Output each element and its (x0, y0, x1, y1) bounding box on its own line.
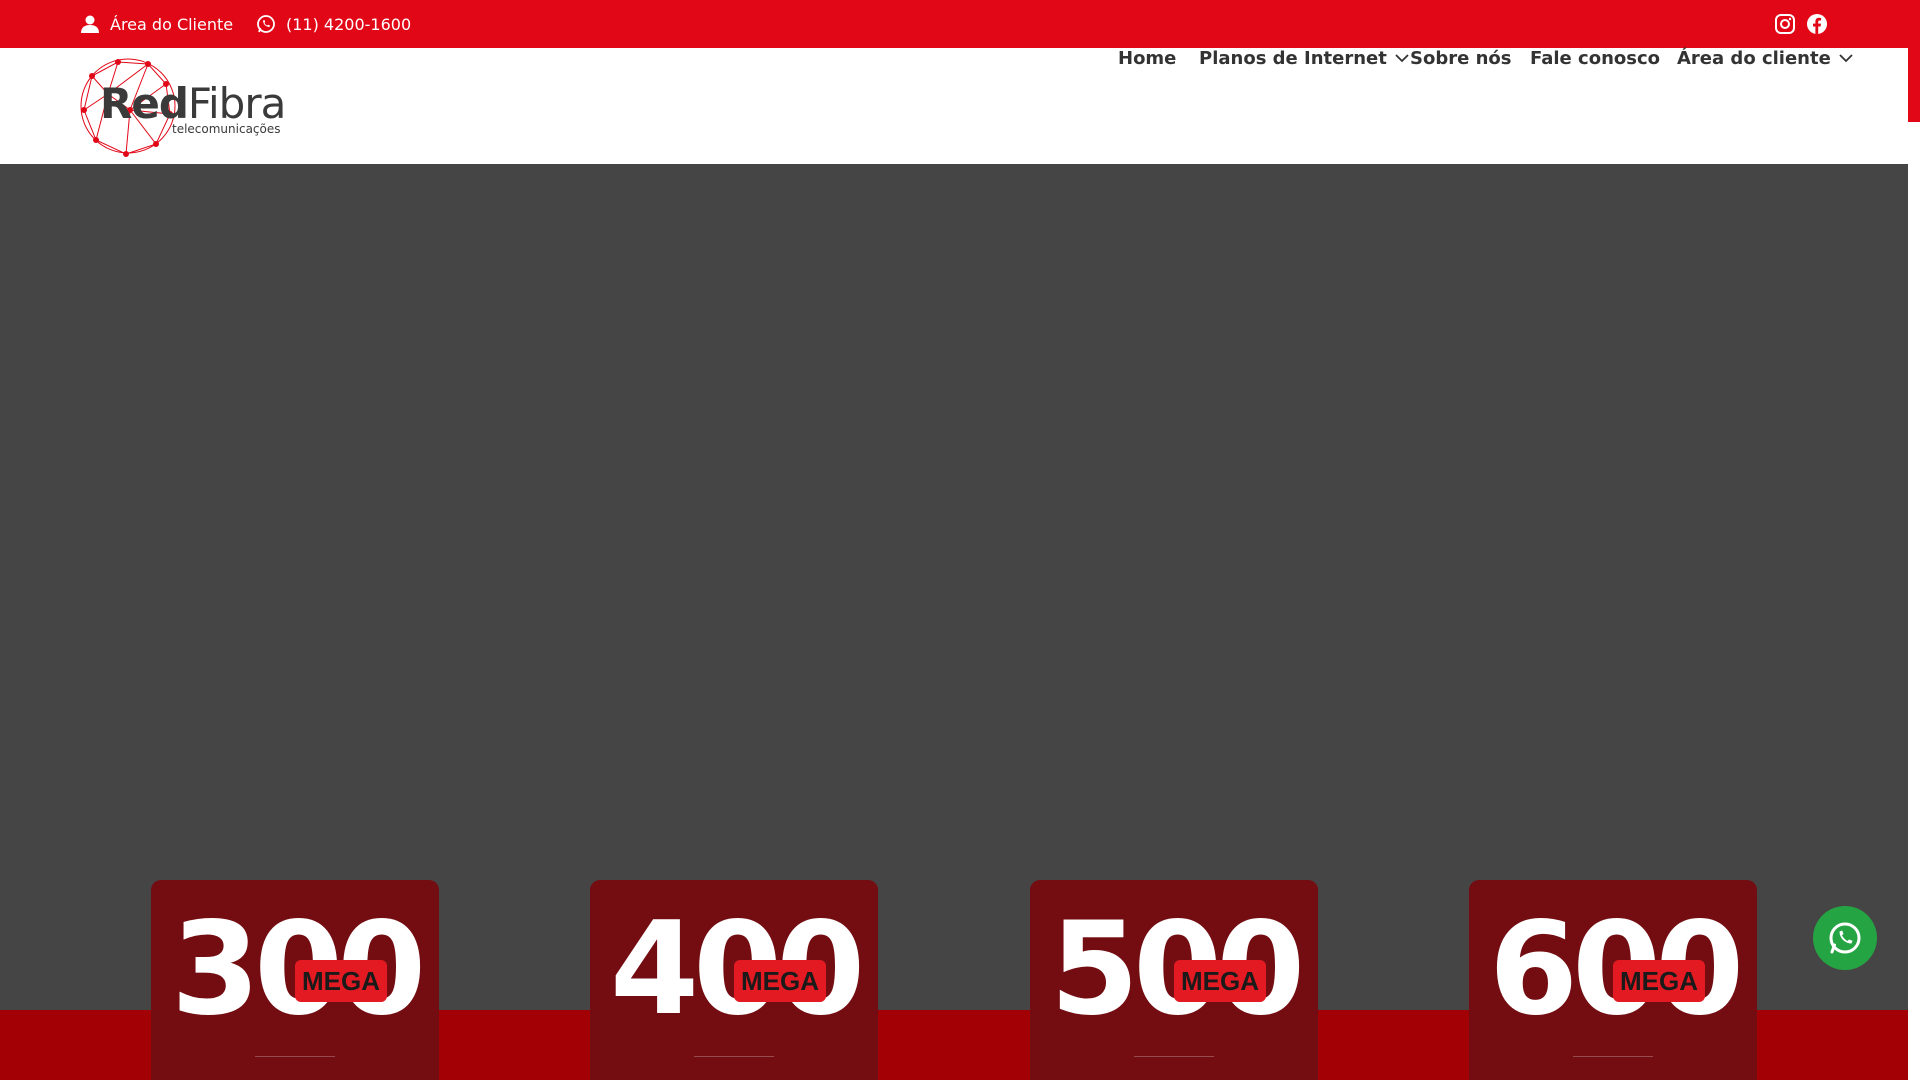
phone-link[interactable]: (11) 4200-1600 (256, 0, 411, 48)
plan-card-600[interactable]: 600 MEGA (1469, 880, 1757, 1080)
plan-unit-badge: MEGA (734, 960, 826, 1002)
plan-divider (1134, 1056, 1214, 1057)
edge-accent (1908, 48, 1920, 122)
plan-unit-badge: MEGA (1613, 960, 1705, 1002)
page-gutter (1908, 122, 1920, 1080)
nav-client-area-label: Área do cliente (1677, 47, 1831, 69)
plan-unit-badge: MEGA (1174, 960, 1266, 1002)
logo-name-bold: Red (100, 79, 189, 128)
plan-divider (1573, 1056, 1653, 1057)
user-icon (81, 15, 99, 33)
nav-home[interactable]: Home (1118, 0, 1176, 116)
plan-card-300[interactable]: 300 MEGA (151, 880, 439, 1080)
nav-contact[interactable]: Fale conosco (1530, 0, 1660, 116)
plan-card-400[interactable]: 400 MEGA (590, 880, 878, 1080)
logo-name-regular: Fibra (187, 79, 286, 128)
logo-wordmark: RedFibra (100, 79, 286, 128)
chevron-down-icon (1395, 54, 1409, 63)
nav-about[interactable]: Sobre nós (1410, 0, 1511, 116)
plan-divider (255, 1056, 335, 1057)
plan-unit-badge: MEGA (295, 960, 387, 1002)
logo-tagline: telecomunicações (172, 122, 281, 136)
nav-about-label: Sobre nós (1410, 47, 1512, 69)
nav-contact-label: Fale conosco (1530, 47, 1660, 69)
client-area-label: Área do Cliente (110, 14, 234, 34)
plan-divider (694, 1056, 774, 1057)
whatsapp-icon (1829, 922, 1861, 954)
nav-plans[interactable]: Planos de Internet (1199, 0, 1409, 116)
whatsapp-float-button[interactable] (1813, 906, 1877, 970)
phone-label: (11) 4200-1600 (286, 14, 412, 34)
client-area-link[interactable]: Área do Cliente (80, 0, 233, 48)
whatsapp-icon (257, 15, 275, 33)
nav-home-label: Home (1118, 47, 1177, 69)
plan-card-500[interactable]: 500 MEGA (1030, 880, 1318, 1080)
nav-plans-label: Planos de Internet (1199, 47, 1387, 69)
nav-client-area[interactable]: Área do cliente (1677, 0, 1853, 116)
chevron-down-icon (1839, 54, 1853, 63)
